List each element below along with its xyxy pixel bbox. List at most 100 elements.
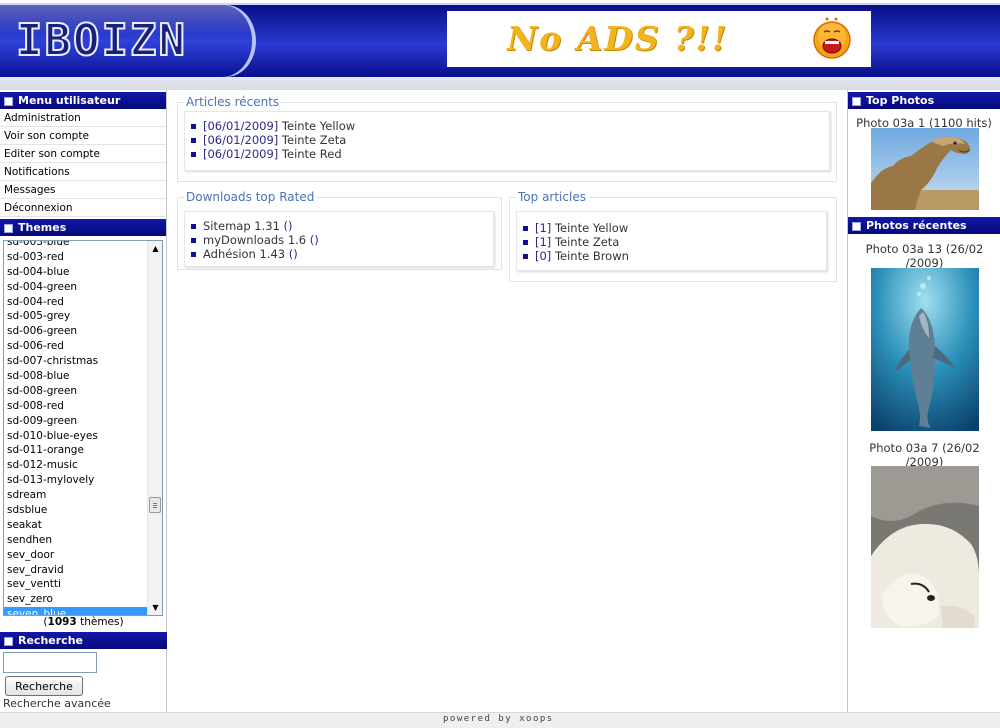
theme-option[interactable]: sd-011-orange — [4, 443, 148, 458]
article-hits: [1] — [535, 235, 552, 249]
block-square-icon — [4, 97, 13, 106]
recent-articles-block: Articles récents [06/01/2009] Teinte Yel… — [177, 95, 837, 182]
list-item: Adhésion 1.43 () — [185, 247, 493, 261]
list-item: [06/01/2009] Teinte Red — [185, 147, 829, 161]
top-photos-header: Top Photos — [848, 92, 1000, 109]
theme-option[interactable]: sd-004-red — [4, 295, 148, 310]
download-count: () — [309, 233, 319, 247]
list-item: [0] Teinte Brown — [517, 249, 826, 263]
theme-option[interactable]: sdream — [4, 488, 148, 503]
logo-text: IBOIZN — [15, 15, 187, 66]
theme-scrollbar[interactable]: ▲ ▼ — [147, 241, 162, 615]
article-name-link[interactable]: Teinte Red — [278, 147, 342, 161]
theme-option[interactable]: sd-004-blue — [4, 265, 148, 280]
article-name-link[interactable]: Teinte Brown — [551, 249, 629, 263]
theme-option[interactable]: sd-010-blue-eyes — [4, 429, 148, 444]
article-date-link[interactable]: [06/01/2009] — [203, 133, 278, 147]
download-name-link[interactable]: Sitemap 1.31 — [203, 219, 284, 233]
downloads-list: Sitemap 1.31 () myDownloads 1.6 () Adhés… — [184, 211, 494, 267]
site-header: IBOIZN No ADS ?!! — [0, 0, 1000, 90]
downloads-top-rated-block: Downloads top Rated Sitemap 1.31 () myDo… — [177, 190, 502, 270]
top-articles-title: Top articles — [516, 190, 588, 204]
article-name-link[interactable]: Teinte Yellow — [551, 221, 628, 235]
theme-option[interactable]: sd-006-red — [4, 339, 148, 354]
polar-bear-photo[interactable] — [871, 466, 979, 628]
theme-option[interactable]: sd-003-red — [4, 250, 148, 265]
center-column: Articles récents [06/01/2009] Teinte Yel… — [168, 90, 846, 712]
camel-photo[interactable] — [871, 128, 979, 210]
list-item: myDownloads 1.6 () — [185, 233, 493, 247]
recent-photo-caption[interactable]: Photo 03a 13 (26/02 /2009) — [848, 242, 1000, 270]
menu-item-notifications[interactable]: Notifications — [0, 163, 166, 181]
top-articles-block: Top articles [1] Teinte Yellow [1] Teint… — [509, 190, 837, 282]
block-square-icon — [4, 224, 13, 233]
theme-select-list[interactable]: sd-003-blue sd-003-red sd-004-blue sd-004-g… — [3, 240, 163, 616]
download-name-link[interactable]: myDownloads 1.6 — [203, 233, 310, 247]
block-square-icon — [852, 222, 861, 231]
footer-text[interactable]: powered by xoops — [443, 714, 554, 724]
themes-title: Themes — [18, 221, 67, 234]
user-menu-header: Menu utilisateur — [0, 92, 166, 109]
search-button[interactable]: Recherche — [5, 676, 83, 696]
download-count: () — [288, 247, 298, 261]
recent-photos-title: Photos récentes — [866, 219, 967, 232]
search-title: Recherche — [18, 634, 83, 647]
list-item: Sitemap 1.31 () — [185, 219, 493, 233]
block-square-icon — [4, 637, 13, 646]
theme-option[interactable]: sd-013-mylovely — [4, 473, 148, 488]
theme-option[interactable]: sd-008-green — [4, 384, 148, 399]
theme-option[interactable]: seven_blue — [4, 607, 148, 615]
theme-option[interactable]: sev_ventti — [4, 577, 148, 592]
top-photos-title: Top Photos — [866, 94, 935, 107]
recent-photo-caption[interactable]: Photo 03a 7 (26/02 /2009) — [848, 441, 1000, 469]
top-articles-list: [1] Teinte Yellow [1] Teinte Zeta [0] Te… — [516, 211, 827, 271]
list-item: [06/01/2009] Teinte Yellow — [185, 119, 829, 133]
menu-item-logout[interactable]: Déconnexion — [0, 199, 166, 217]
theme-option[interactable]: sd-005-grey — [4, 309, 148, 324]
footer: powered by xoops — [0, 712, 1000, 728]
theme-option[interactable]: sd-004-green — [4, 280, 148, 295]
theme-option[interactable]: sd-009-green — [4, 414, 148, 429]
theme-option[interactable]: sendhen — [4, 533, 148, 548]
user-menu-title: Menu utilisateur — [18, 94, 121, 107]
menu-item-edit-account[interactable]: Editer son compte — [0, 145, 166, 163]
article-hits: [0] — [535, 249, 552, 263]
dolphin-photo[interactable] — [871, 268, 979, 431]
article-hits: [1] — [535, 221, 552, 235]
list-item: [1] Teinte Yellow — [517, 221, 826, 235]
user-menu-list: Administration Voir son compte Editer so… — [0, 109, 166, 217]
theme-option[interactable]: sd-008-red — [4, 399, 148, 414]
article-date-link[interactable]: [06/01/2009] — [203, 147, 278, 161]
theme-option[interactable]: sd-003-blue — [4, 241, 148, 250]
article-name-link[interactable]: Teinte Zeta — [278, 133, 346, 147]
theme-option[interactable]: sev_zero — [4, 592, 148, 607]
menu-item-view-account[interactable]: Voir son compte — [0, 127, 166, 145]
site-logo[interactable]: IBOIZN — [0, 5, 252, 77]
article-date-link[interactable]: [06/01/2009] — [203, 119, 278, 133]
theme-option[interactable]: sev_dravid — [4, 563, 148, 578]
theme-option[interactable]: sd-008-blue — [4, 369, 148, 384]
article-name-link[interactable]: Teinte Yellow — [278, 119, 355, 133]
advanced-search-link[interactable]: Recherche avancée — [3, 697, 111, 710]
theme-option[interactable]: sd-006-green — [4, 324, 148, 339]
banner-text: No ADS ?!! — [507, 19, 729, 58]
theme-option[interactable]: sdsblue — [4, 503, 148, 518]
theme-count: (1093 thèmes) — [43, 616, 124, 628]
search-input[interactable] — [3, 652, 97, 673]
theme-option[interactable]: sd-007-christmas — [4, 354, 148, 369]
scroll-thumb[interactable] — [149, 497, 161, 513]
list-item: [06/01/2009] Teinte Zeta — [185, 133, 829, 147]
scroll-up-arrow-icon[interactable]: ▲ — [148, 241, 162, 256]
theme-option[interactable]: sd-012-music — [4, 458, 148, 473]
themes-header: Themes — [0, 219, 166, 236]
block-square-icon — [852, 97, 861, 106]
theme-option[interactable]: seakat — [4, 518, 148, 533]
download-name-link[interactable]: Adhésion 1.43 — [203, 247, 289, 261]
menu-item-messages[interactable]: Messages — [0, 181, 166, 199]
theme-option[interactable]: sev_door — [4, 548, 148, 563]
scroll-down-arrow-icon[interactable]: ▼ — [148, 600, 162, 615]
article-name-link[interactable]: Teinte Zeta — [551, 235, 619, 249]
ad-banner[interactable]: No ADS ?!! — [447, 11, 871, 67]
menu-item-administration[interactable]: Administration — [0, 109, 166, 127]
recent-articles-title: Articles récents — [184, 95, 282, 109]
